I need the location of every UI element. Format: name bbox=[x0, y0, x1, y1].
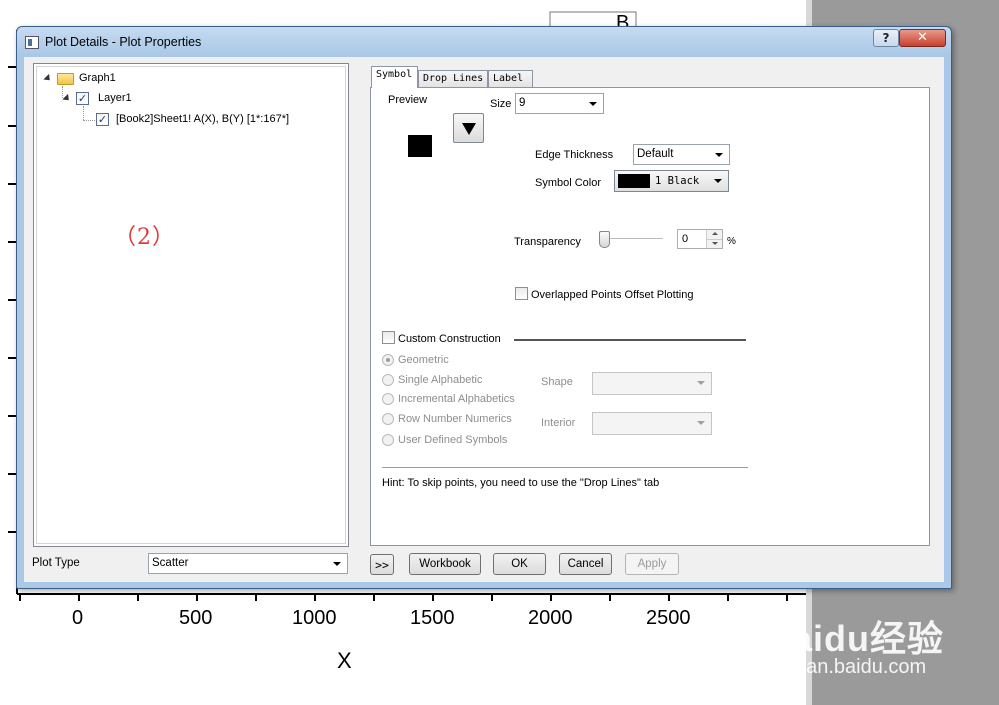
dataset-checkbox[interactable]: ✓ bbox=[96, 113, 109, 126]
symbol-color-value: 1 Black bbox=[655, 175, 700, 187]
transparency-value: 0 bbox=[682, 233, 689, 245]
tree-line bbox=[83, 120, 95, 121]
tree-node-dataset[interactable]: [Book2]Sheet1! A(X), B(Y) [1*:167*] bbox=[116, 113, 289, 125]
check-icon: ✓ bbox=[77, 92, 88, 105]
check-icon: ✓ bbox=[97, 113, 108, 126]
color-swatch bbox=[618, 174, 650, 188]
x-tick-label: 1000 bbox=[292, 607, 337, 629]
dialog-title: Plot Details - Plot Properties bbox=[45, 35, 202, 49]
overlapped-label: Overlapped Points Offset Plotting bbox=[531, 289, 694, 301]
plot-details-dialog: Plot Details - Plot Properties ? ✕ Graph… bbox=[16, 26, 952, 589]
custom-construction-label: Custom Construction bbox=[398, 333, 501, 345]
ok-button[interactable]: OK bbox=[493, 553, 546, 575]
symbol-color-label: Symbol Color bbox=[535, 177, 602, 189]
shape-dropdown[interactable] bbox=[592, 372, 712, 395]
separator-line bbox=[382, 467, 748, 468]
edge-thickness-dropdown[interactable]: Default bbox=[633, 144, 730, 165]
dialog-client-area: Graph1 ✓ Layer1 ✓ [Book2]Sheet1! A(X), B… bbox=[24, 57, 944, 582]
plot-type-label: Plot Type bbox=[32, 557, 80, 569]
expand-button[interactable]: >> bbox=[370, 554, 394, 575]
watermark-brand: Baidu经验 bbox=[765, 618, 945, 659]
tree-inner-border bbox=[36, 66, 346, 544]
title-bar[interactable]: Plot Details - Plot Properties ? ✕ bbox=[17, 27, 951, 57]
x-tick-label: 2500 bbox=[646, 607, 691, 629]
hint-text: Hint: To skip points, you need to use th… bbox=[382, 477, 660, 489]
preview-label: Preview bbox=[388, 94, 428, 106]
help-button[interactable]: ? bbox=[873, 29, 899, 47]
folder-icon bbox=[57, 73, 74, 85]
transparency-spinbox[interactable]: 0 bbox=[677, 229, 723, 249]
radio-geometric[interactable] bbox=[382, 354, 394, 366]
transparency-slider-thumb[interactable] bbox=[599, 231, 610, 248]
symbol-tab-page: Preview Size 9 Edge Thickness Default Sy… bbox=[370, 87, 930, 546]
plot-tree-panel[interactable]: Graph1 ✓ Layer1 ✓ [Book2]Sheet1! A(X), B… bbox=[33, 63, 349, 547]
window-icon bbox=[25, 36, 39, 49]
tree-line bbox=[83, 106, 84, 120]
transparency-slider-track[interactable] bbox=[603, 238, 663, 240]
tree-node-graph[interactable]: Graph1 bbox=[79, 72, 116, 84]
x-tick-label: 0 bbox=[72, 607, 84, 629]
edge-thickness-label: Edge Thickness bbox=[535, 149, 614, 161]
interior-dropdown[interactable] bbox=[592, 412, 712, 435]
interior-label: Interior bbox=[541, 417, 576, 429]
radio-row-number-numerics[interactable] bbox=[382, 413, 394, 425]
radio-user-defined-symbols[interactable] bbox=[382, 434, 394, 446]
spin-up-icon[interactable] bbox=[706, 230, 722, 239]
baidu-watermark: Baidu经验 jingyan.baidu.com bbox=[760, 596, 960, 686]
close-icon: ✕ bbox=[917, 30, 928, 45]
chevron-down-icon bbox=[715, 153, 723, 157]
size-label: Size bbox=[490, 98, 512, 110]
x-tick-label: 500 bbox=[179, 607, 213, 629]
tab-symbol[interactable]: Symbol bbox=[371, 66, 418, 88]
shape-label: Shape bbox=[541, 376, 573, 388]
chevron-down-icon bbox=[714, 179, 722, 183]
x-axis-title: X bbox=[337, 648, 352, 673]
symbol-preview bbox=[408, 135, 432, 157]
edge-thickness-value: Default bbox=[637, 148, 674, 160]
x-tick-label: 2000 bbox=[528, 607, 573, 629]
close-button[interactable]: ✕ bbox=[899, 29, 946, 47]
transparency-label: Transparency bbox=[514, 236, 581, 248]
radio-label: Geometric bbox=[398, 354, 449, 366]
size-value: 9 bbox=[519, 97, 526, 109]
plot-type-dropdown[interactable]: Scatter bbox=[148, 553, 348, 574]
triangle-down-icon bbox=[462, 123, 476, 135]
watermark-url: jingyan.baidu.com bbox=[765, 656, 927, 678]
plot-type-value: Scatter bbox=[152, 557, 189, 569]
radio-label: Row Number Numerics bbox=[398, 413, 512, 425]
spin-down-icon[interactable] bbox=[706, 239, 722, 248]
separator-line bbox=[514, 339, 746, 341]
x-tick-label: 1500 bbox=[410, 607, 455, 629]
overlapped-checkbox[interactable] bbox=[515, 287, 528, 300]
chevron-down-icon bbox=[333, 562, 341, 566]
symbol-color-dropdown[interactable]: 1 Black bbox=[614, 170, 729, 192]
tree-node-layer[interactable]: Layer1 bbox=[98, 92, 132, 104]
transparency-unit: % bbox=[727, 236, 736, 247]
radio-label: Single Alphabetic bbox=[398, 374, 483, 386]
layer-checkbox[interactable]: ✓ bbox=[76, 92, 89, 105]
radio-single-alphabetic[interactable] bbox=[382, 374, 394, 386]
size-dropdown[interactable]: 9 bbox=[515, 93, 604, 114]
workbook-button[interactable]: Workbook bbox=[409, 553, 481, 575]
radio-label: Incremental Alphabetics bbox=[398, 393, 515, 405]
custom-construction-checkbox[interactable] bbox=[382, 331, 395, 344]
tab-label[interactable]: Label bbox=[488, 70, 533, 88]
annotation-label: （2） bbox=[114, 225, 175, 250]
chevron-down-icon bbox=[697, 381, 705, 385]
apply-button[interactable]: Apply bbox=[625, 553, 679, 575]
chevron-down-icon bbox=[589, 102, 597, 106]
radio-incremental-alphabetics[interactable] bbox=[382, 393, 394, 405]
chevron-down-icon bbox=[697, 421, 705, 425]
cancel-button[interactable]: Cancel bbox=[559, 553, 612, 575]
radio-label: User Defined Symbols bbox=[398, 434, 508, 446]
tab-drop-lines[interactable]: Drop Lines bbox=[418, 70, 488, 88]
tree-line bbox=[62, 86, 63, 98]
symbol-gallery-button[interactable] bbox=[453, 113, 484, 143]
